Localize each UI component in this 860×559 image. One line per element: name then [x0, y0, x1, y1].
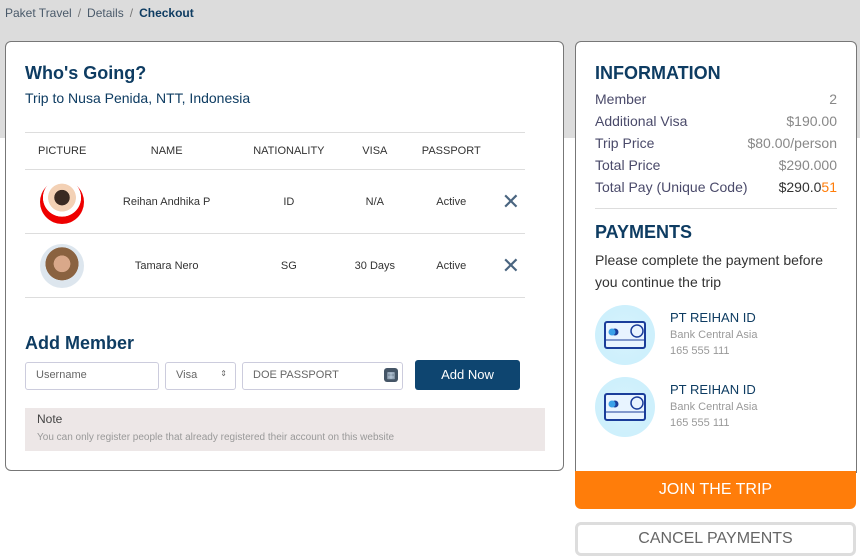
information-card: INFORMATION Member 2 Additional Visa $190.… [575, 41, 857, 473]
bank-account-number: 165 555 111 [670, 417, 730, 429]
username-input[interactable]: Username [25, 362, 159, 390]
breadcrumb: Paket Travel / Details / Checkout [5, 6, 194, 20]
bank-account-name: PT REIHAN ID [670, 382, 756, 397]
col-nationality: NATIONALITY [233, 132, 344, 170]
credit-card-icon [595, 377, 655, 437]
members-table: PICTURE NAME NATIONALITY VISA PASSPORT Reiha… [25, 132, 525, 298]
col-name: NAME [99, 132, 234, 170]
join-trip-button[interactable]: JOIN THE TRIP [575, 471, 856, 509]
member-name: Reihan Andhika P [99, 169, 234, 234]
passport-input[interactable]: DOE PASSPORT ▦ [242, 362, 403, 390]
member-passport: Active [405, 169, 497, 234]
breadcrumb-details[interactable]: Details [87, 6, 124, 20]
remove-member-icon[interactable]: ✕ [502, 253, 520, 278]
info-row-total-price: Total Price $290.000 [595, 157, 837, 173]
information-title: INFORMATION [595, 63, 721, 83]
table-row: Reihan Andhika P ID N/A Active ✕ [25, 169, 525, 234]
bank-name: Bank Central Asia [670, 329, 758, 341]
info-row-visa: Additional Visa $190.00 [595, 113, 837, 129]
col-passport: PASSPORT [405, 132, 497, 170]
page-title: Who's Going? [25, 63, 147, 83]
note-title: Note [37, 412, 63, 426]
remove-member-icon[interactable]: ✕ [502, 189, 520, 214]
col-visa: VISA [343, 132, 406, 170]
members-card: Who's Going? Trip to Nusa Penida, NTT, I… [5, 41, 564, 471]
member-passport: Active [405, 233, 497, 298]
member-nationality: SG [233, 233, 344, 298]
avatar [40, 179, 85, 224]
table-row: Tamara Nero SG 30 Days Active ✕ [25, 233, 525, 298]
payments-title: PAYMENTS [595, 222, 693, 242]
payments-text: Please complete the payment before you c… [595, 252, 824, 290]
breadcrumb-checkout: Checkout [139, 6, 194, 20]
credit-card-icon [595, 305, 655, 365]
divider [595, 208, 837, 209]
add-member-title: Add Member [25, 333, 135, 353]
bank-account-number: 165 555 111 [670, 345, 730, 357]
info-row-total-pay: Total Pay (Unique Code) $290.051 [595, 179, 837, 195]
visa-select[interactable]: Visa ⇕ [165, 362, 236, 390]
trip-subtitle: Trip to Nusa Penida, NTT, Indonesia [25, 90, 251, 106]
avatar [40, 243, 85, 288]
col-picture: PICTURE [25, 132, 100, 170]
add-now-button[interactable]: Add Now [415, 360, 520, 390]
note-text: You can only register people that alread… [37, 432, 395, 443]
select-arrows-icon: ⇕ [220, 369, 227, 378]
member-visa: 30 Days [343, 233, 406, 298]
member-visa: N/A [343, 169, 406, 234]
cancel-payments-button[interactable]: CANCEL PAYMENTS [575, 522, 856, 556]
calendar-icon[interactable]: ▦ [384, 368, 398, 382]
note-box: Note You can only register people that a… [25, 408, 545, 451]
bank-account-name: PT REIHAN ID [670, 310, 756, 325]
bank-item: PT REIHAN ID Bank Central Asia 165 555 111 [595, 377, 837, 437]
bank-name: Bank Central Asia [670, 401, 758, 413]
info-row-trip-price: Trip Price $80.00/person [595, 135, 837, 151]
bank-item: PT REIHAN ID Bank Central Asia 165 555 111 [595, 305, 837, 365]
info-row-member: Member 2 [595, 91, 837, 107]
member-name: Tamara Nero [99, 233, 234, 298]
member-nationality: ID [233, 169, 344, 234]
breadcrumb-paket-travel[interactable]: Paket Travel [5, 6, 72, 20]
